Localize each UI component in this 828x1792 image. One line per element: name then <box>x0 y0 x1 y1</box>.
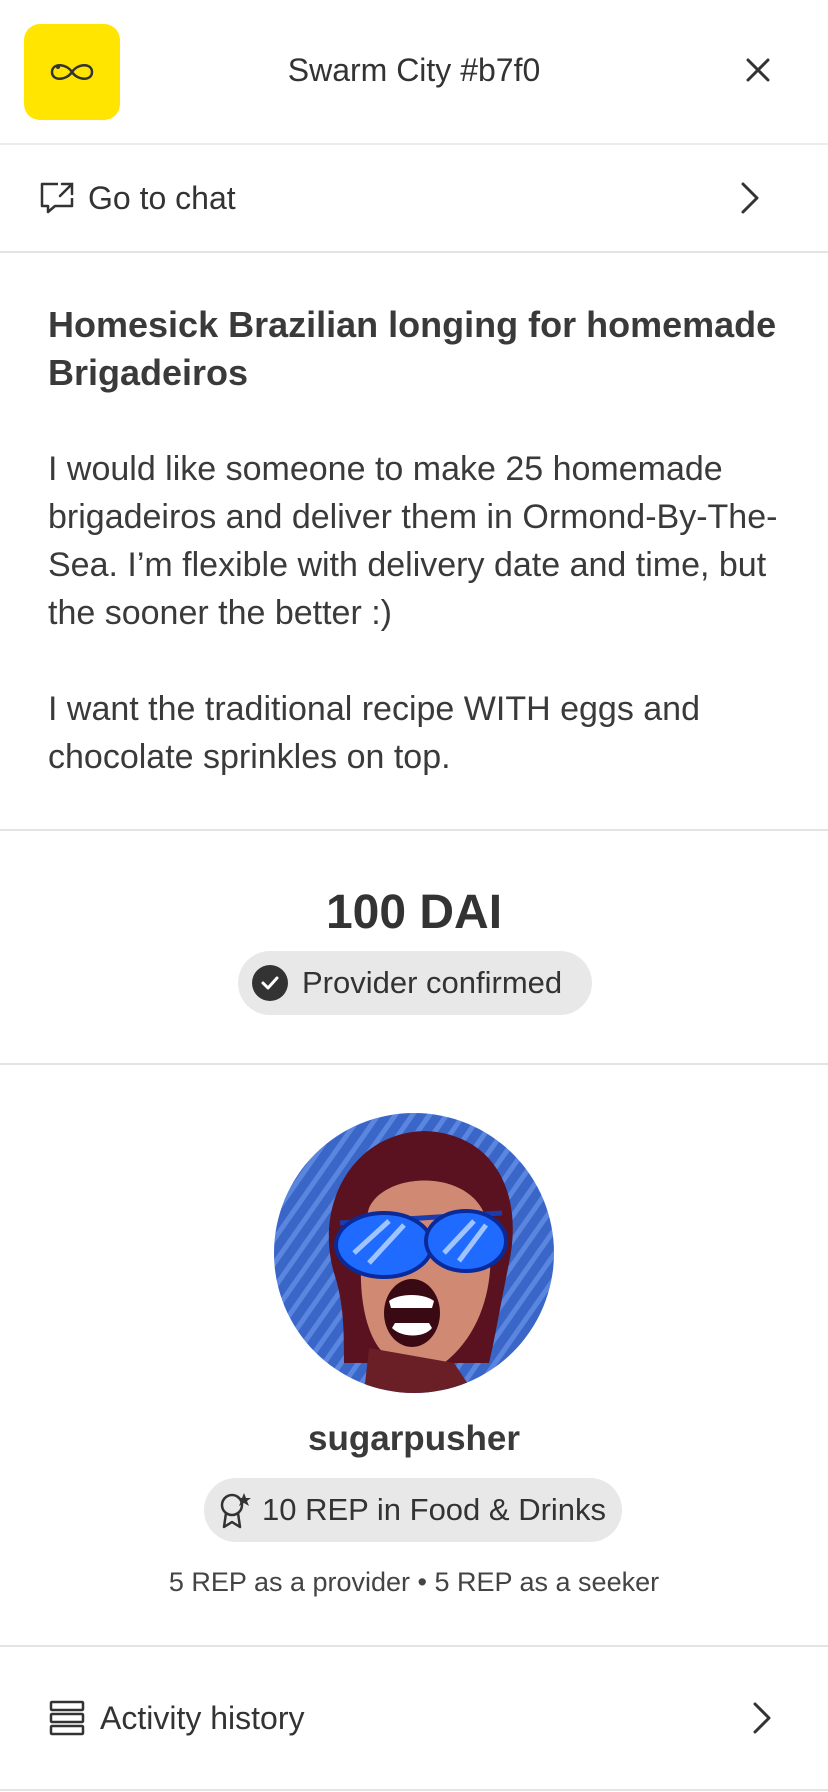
page-title: Swarm City #b7f0 <box>287 52 541 88</box>
rep-detail: 5 REP as a provider • 5 REP as a seeker <box>168 1567 660 1597</box>
provider-profile: sugarpusher 10 REP in Food & Drinks 5 RE… <box>0 1065 828 1647</box>
price-amount: 100 DAI <box>325 886 503 939</box>
badge-star-icon <box>220 1493 251 1529</box>
activity-history-label: Activity history <box>100 1699 305 1736</box>
chat-link-icon <box>40 182 74 214</box>
activity-history-row[interactable]: Activity history <box>0 1647 828 1791</box>
check-circle-icon <box>252 965 288 1001</box>
status-badge: Provider confirmed <box>238 951 592 1015</box>
go-to-chat-label: Go to chat <box>88 179 236 216</box>
username: sugarpusher <box>308 1419 520 1458</box>
header: Swarm City #b7f0 <box>0 0 828 145</box>
price-section: 100 DAI Provider confirmed <box>0 831 828 1065</box>
close-icon[interactable] <box>742 54 774 86</box>
request-paragraph: I would like someone to make 25 homemade… <box>48 450 778 632</box>
request-title: Homesick Brazilian longing for homemade … <box>48 304 777 393</box>
list-icon <box>49 1700 85 1736</box>
status-label: Provider confirmed <box>302 965 563 1000</box>
chevron-right-icon <box>753 1702 771 1734</box>
avatar[interactable] <box>274 1113 554 1393</box>
request-description: Homesick Brazilian longing for homemade … <box>0 253 828 831</box>
request-paragraph: I want the traditional recipe WITH eggs … <box>48 690 700 776</box>
go-to-chat-row[interactable]: Go to chat <box>0 145 828 253</box>
rep-badge-label: 10 REP in Food & Drinks <box>262 1492 607 1527</box>
chevron-right-icon <box>741 182 759 214</box>
rep-badge: 10 REP in Food & Drinks <box>204 1478 622 1542</box>
